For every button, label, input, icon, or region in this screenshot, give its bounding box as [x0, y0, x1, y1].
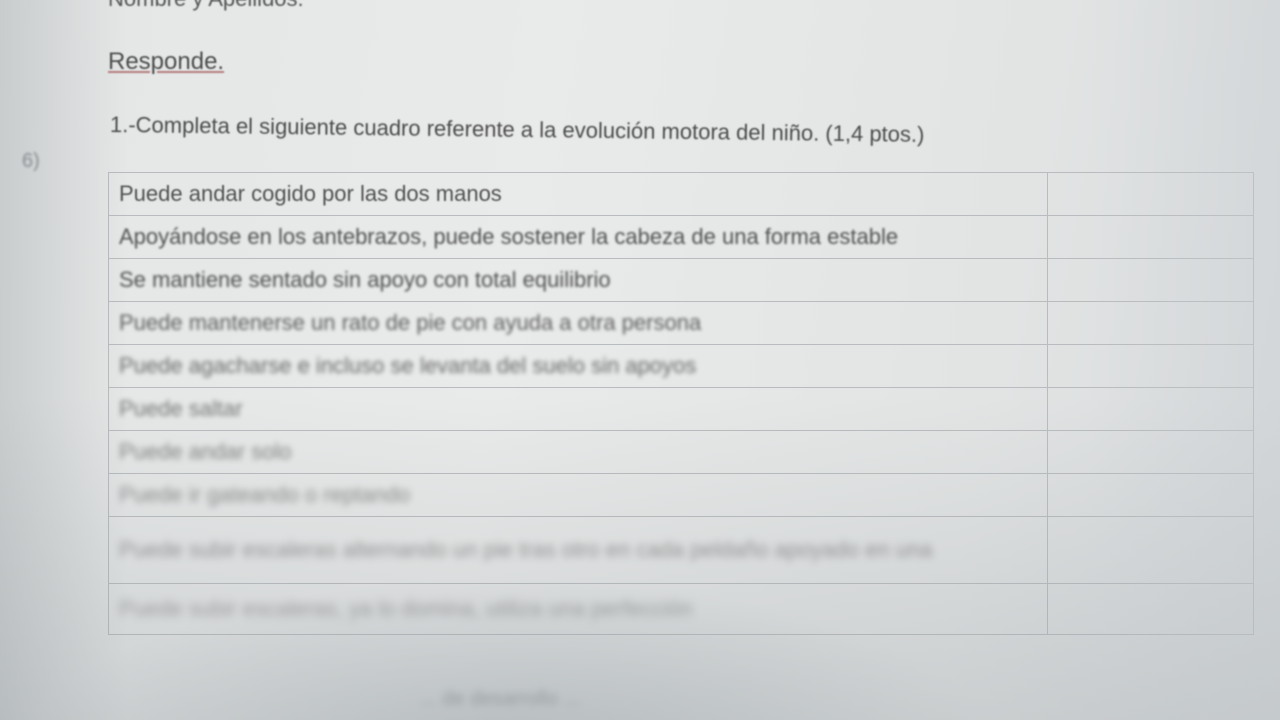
- table-row: Puede subir escaleras, ya lo domina, uti…: [108, 583, 1254, 635]
- name-line: Nombre y Apellidos:: [108, 0, 304, 12]
- row-description: Puede saltar: [108, 387, 1048, 431]
- row-age-cell[interactable]: [1047, 473, 1254, 517]
- table-row: Puede ir gateando o reptando: [108, 473, 1254, 517]
- document-photo: Nombre y Apellidos: Responde. 1.-Complet…: [0, 0, 1280, 720]
- row-age-cell[interactable]: [1047, 172, 1254, 216]
- row-age-cell[interactable]: [1047, 430, 1254, 474]
- row-description: Puede subir escaleras alternando un pie …: [108, 516, 1048, 584]
- worksheet-page: Nombre y Apellidos: Responde. 1.-Complet…: [0, 0, 1280, 720]
- row-age-cell[interactable]: [1047, 215, 1254, 259]
- table-row: Se mantiene sentado sin apoyo con total …: [108, 258, 1254, 302]
- table-row: Puede subir escaleras alternando un pie …: [108, 516, 1254, 584]
- row-age-cell[interactable]: [1047, 583, 1254, 635]
- row-description: Puede mantenerse un rato de pie con ayud…: [108, 301, 1048, 345]
- row-age-cell[interactable]: [1047, 516, 1254, 584]
- margin-mark: 6): [22, 150, 40, 172]
- row-description: Se mantiene sentado sin apoyo con total …: [108, 258, 1048, 302]
- table-row: Apoyándose en los antebrazos, puede sost…: [108, 215, 1254, 259]
- evolution-table: Puede andar cogido por las dos manos Apo…: [108, 172, 1254, 635]
- table-row: Puede agacharse e incluso se levanta del…: [108, 344, 1254, 388]
- section-title: Responde.: [108, 48, 225, 75]
- table-row: Puede andar solo: [108, 430, 1254, 474]
- table-row: Puede andar cogido por las dos manos: [108, 172, 1254, 216]
- row-description: Puede andar cogido por las dos manos: [108, 172, 1048, 216]
- row-description: Puede ir gateando o reptando: [108, 473, 1048, 517]
- row-description: Puede agacharse e incluso se levanta del…: [108, 344, 1048, 388]
- row-age-cell[interactable]: [1047, 258, 1254, 302]
- footer-text: ... de desarrollo ...: [420, 688, 581, 710]
- row-description: Puede andar solo: [108, 430, 1048, 474]
- row-description: Puede subir escaleras, ya lo domina, uti…: [108, 583, 1048, 635]
- row-description: Apoyándose en los antebrazos, puede sost…: [108, 215, 1048, 259]
- row-age-cell[interactable]: [1047, 344, 1254, 388]
- row-age-cell[interactable]: [1047, 301, 1254, 345]
- row-age-cell[interactable]: [1047, 387, 1254, 431]
- question-text: 1.-Completa el siguiente cuadro referent…: [109, 112, 925, 147]
- table-row: Puede mantenerse un rato de pie con ayud…: [108, 301, 1254, 345]
- table-row: Puede saltar: [108, 387, 1254, 431]
